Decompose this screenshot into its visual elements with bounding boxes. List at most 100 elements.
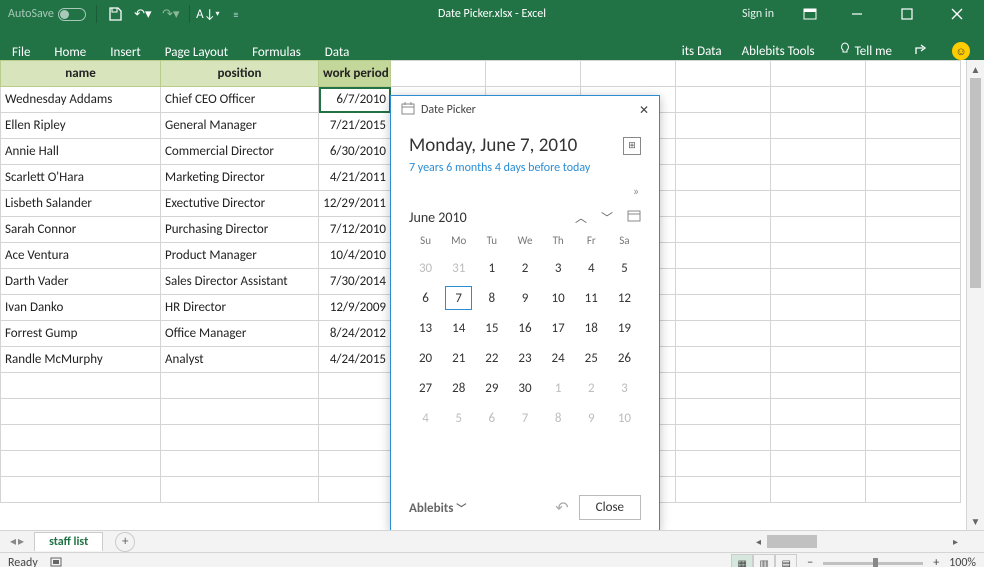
cell[interactable]: Purchasing Director bbox=[161, 217, 319, 243]
cell[interactable]: Forrest Gump bbox=[1, 321, 161, 347]
cell[interactable]: Wednesday Addams bbox=[1, 87, 161, 113]
sheet-tab-active[interactable]: staff list bbox=[34, 532, 103, 551]
calendar-day[interactable]: 24 bbox=[542, 343, 575, 373]
cell[interactable]: 12/9/2009 bbox=[319, 295, 391, 321]
cell[interactable] bbox=[866, 399, 961, 425]
close-button[interactable]: Close bbox=[579, 495, 641, 520]
cell[interactable] bbox=[771, 165, 866, 191]
cell[interactable] bbox=[676, 191, 771, 217]
cell[interactable]: 7/30/2014 bbox=[319, 269, 391, 295]
cell[interactable] bbox=[771, 399, 866, 425]
cell[interactable] bbox=[676, 347, 771, 373]
calendar-day[interactable]: 15 bbox=[475, 313, 508, 343]
cell[interactable] bbox=[771, 451, 866, 477]
macro-record-icon[interactable] bbox=[50, 555, 64, 567]
cell[interactable]: 4/24/2015 bbox=[319, 347, 391, 373]
calendar-day[interactable]: 5 bbox=[442, 403, 475, 433]
cell[interactable] bbox=[161, 477, 319, 503]
maximize-icon[interactable] bbox=[884, 0, 930, 28]
calendar-day[interactable]: 7 bbox=[508, 403, 541, 433]
cell[interactable] bbox=[319, 399, 391, 425]
next-month-icon[interactable]: ﹀ bbox=[601, 209, 613, 226]
calendar-day[interactable]: 23 bbox=[508, 343, 541, 373]
cell[interactable] bbox=[866, 113, 961, 139]
scroll-up-icon[interactable]: ▲ bbox=[967, 60, 984, 78]
customize-qat-icon[interactable]: ≡ bbox=[224, 2, 248, 26]
brand-dropdown[interactable]: Ablebits ﹀ bbox=[409, 500, 466, 516]
calendar-day[interactable]: 17 bbox=[542, 313, 575, 343]
calendar-day[interactable]: 10 bbox=[542, 283, 575, 313]
cell[interactable] bbox=[676, 399, 771, 425]
cell[interactable]: 8/24/2012 bbox=[319, 321, 391, 347]
today-icon[interactable] bbox=[627, 209, 641, 226]
cell[interactable] bbox=[866, 191, 961, 217]
cell[interactable] bbox=[866, 87, 961, 113]
zoom-in-icon[interactable]: + bbox=[933, 556, 939, 567]
scroll-down-icon[interactable]: ▼ bbox=[967, 512, 984, 530]
cell[interactable] bbox=[676, 269, 771, 295]
cell[interactable] bbox=[676, 451, 771, 477]
cell-grid[interactable]: namepositionwork periodWednesday AddamsC… bbox=[0, 60, 966, 530]
calendar-day[interactable]: 26 bbox=[608, 343, 641, 373]
calendar-day[interactable]: 9 bbox=[575, 403, 608, 433]
cell[interactable] bbox=[161, 425, 319, 451]
cell[interactable]: Annie Hall bbox=[1, 139, 161, 165]
calendar-day[interactable]: 29 bbox=[475, 373, 508, 403]
cell[interactable] bbox=[161, 373, 319, 399]
calendar-day[interactable]: 9 bbox=[508, 283, 541, 313]
cell[interactable]: Product Manager bbox=[161, 243, 319, 269]
calendar-day[interactable]: 20 bbox=[409, 343, 442, 373]
cell[interactable] bbox=[676, 87, 771, 113]
calendar-day[interactable]: 27 bbox=[409, 373, 442, 403]
ribbon-display-icon[interactable] bbox=[790, 0, 830, 28]
cell[interactable] bbox=[676, 477, 771, 503]
tab-nav-next-icon[interactable]: ▸ bbox=[18, 534, 24, 549]
cell[interactable] bbox=[771, 425, 866, 451]
cell[interactable]: Exectutive Director bbox=[161, 191, 319, 217]
cell[interactable]: 12/29/2011 bbox=[319, 191, 391, 217]
cell[interactable] bbox=[319, 373, 391, 399]
cell[interactable]: 6/7/2010 bbox=[319, 87, 391, 113]
zoom-slider[interactable] bbox=[823, 562, 923, 565]
page-break-view-icon[interactable]: ▤ bbox=[775, 554, 797, 567]
cell[interactable]: 4/21/2011 bbox=[319, 165, 391, 191]
cell[interactable] bbox=[771, 217, 866, 243]
calendar-day[interactable]: 22 bbox=[475, 343, 508, 373]
cell[interactable] bbox=[866, 243, 961, 269]
cell[interactable] bbox=[771, 113, 866, 139]
cell[interactable]: Darth Vader bbox=[1, 269, 161, 295]
sort-asc-icon[interactable]: A↓▾ bbox=[196, 2, 220, 26]
cell[interactable] bbox=[771, 139, 866, 165]
cell[interactable] bbox=[771, 295, 866, 321]
cell[interactable]: Ace Ventura bbox=[1, 243, 161, 269]
vertical-scrollbar[interactable]: ▲ ▼ bbox=[966, 60, 984, 530]
calendar-day[interactable]: 1 bbox=[475, 253, 508, 283]
scroll-right-icon[interactable]: ▸ bbox=[947, 533, 964, 550]
calendar-day[interactable]: 30 bbox=[409, 253, 442, 283]
cell[interactable] bbox=[866, 347, 961, 373]
cell[interactable] bbox=[676, 139, 771, 165]
column-header[interactable]: work period bbox=[319, 61, 391, 87]
calendar-day[interactable]: 4 bbox=[575, 253, 608, 283]
cell[interactable] bbox=[1, 373, 161, 399]
calendar-day[interactable]: 3 bbox=[542, 253, 575, 283]
cell[interactable]: Office Manager bbox=[161, 321, 319, 347]
calendar-day[interactable]: 18 bbox=[575, 313, 608, 343]
cell[interactable]: Sarah Connor bbox=[1, 217, 161, 243]
cell[interactable] bbox=[1, 399, 161, 425]
expand-icon[interactable]: » bbox=[409, 185, 641, 199]
cell[interactable] bbox=[866, 165, 961, 191]
cell[interactable]: 10/4/2010 bbox=[319, 243, 391, 269]
calendar-day[interactable]: 5 bbox=[608, 253, 641, 283]
signin-link[interactable]: Sign in bbox=[730, 7, 786, 21]
calendar-day[interactable]: 28 bbox=[442, 373, 475, 403]
cell[interactable] bbox=[676, 217, 771, 243]
cell[interactable] bbox=[771, 269, 866, 295]
month-year-label[interactable]: June 2010 bbox=[409, 209, 467, 226]
cell[interactable]: Marketing Director bbox=[161, 165, 319, 191]
horizontal-scrollbar[interactable]: ◂ ▸ bbox=[750, 533, 964, 550]
calendar-day[interactable]: 4 bbox=[409, 403, 442, 433]
calculator-icon[interactable]: ⊞ bbox=[623, 137, 641, 155]
cell[interactable] bbox=[676, 295, 771, 321]
add-sheet-icon[interactable]: + bbox=[115, 532, 135, 552]
